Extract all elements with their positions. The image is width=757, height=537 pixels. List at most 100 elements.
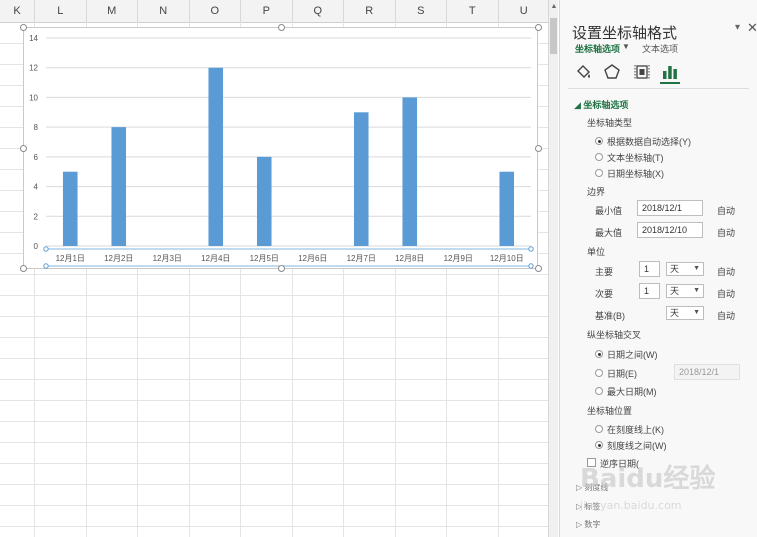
radio-between-tick-marks[interactable] [595, 441, 603, 449]
radio-auto-axis[interactable] [595, 137, 603, 145]
column-header-N[interactable]: N [138, 0, 190, 22]
chart-canvas: 0 2 4 6 8 10 12 14 12月1日 12月2日 12月3日 12月4日 12月5日 12月6… [29, 34, 534, 269]
resize-handle-top-right[interactable] [535, 24, 542, 31]
base-unit-select[interactable]: 天 ▼ [666, 306, 704, 320]
column-header-P[interactable]: P [241, 0, 293, 22]
column-header-T[interactable]: T [447, 0, 499, 22]
chevron-down-icon: ▼ [693, 287, 700, 294]
section-labels[interactable]: ▷ 标签 [576, 501, 600, 512]
base-unit-value: 天 [670, 308, 680, 318]
effects-icon[interactable] [602, 62, 622, 82]
bar-chart[interactable]: 0 2 4 6 8 10 12 14 12月1日 12月2日 12月3日 12月4日 12月5日 12月6… [20, 24, 542, 272]
vertical-scrollbar[interactable]: ▲ [548, 0, 558, 537]
radio-max-date-label: 最大日期(M) [607, 387, 657, 397]
column-header-Q[interactable]: Q [293, 0, 344, 22]
section-tick-marks[interactable]: ▷ 刻度线 [576, 482, 608, 493]
x-tick-label: 12月5日 [250, 254, 279, 263]
axis-options-icon[interactable] [660, 62, 680, 84]
base-label: 基准(B) [595, 311, 625, 321]
column-header-K[interactable]: K [0, 0, 35, 22]
panel-divider [568, 88, 749, 89]
major-unit-field[interactable]: 1 [639, 261, 660, 277]
resize-handle-top-middle[interactable] [278, 24, 285, 31]
bar [256, 156, 272, 246]
chevron-down-icon[interactable]: ▼ [622, 42, 630, 51]
major-auto-button[interactable]: 自动 [717, 265, 735, 278]
section-axis-options[interactable]: ◢ 坐标轴选项 [574, 98, 628, 111]
min-auto-button[interactable]: 自动 [717, 204, 735, 217]
bar [353, 112, 369, 247]
major-unit-select[interactable]: 天 ▼ [666, 262, 704, 276]
column-header-M[interactable]: M [87, 0, 138, 22]
resize-handle-bottom-middle[interactable] [278, 265, 285, 272]
gridline-horizontal [0, 274, 548, 275]
major-label: 主要 [595, 267, 614, 277]
size-properties-icon[interactable] [632, 62, 652, 82]
column-header-U[interactable]: U [499, 0, 549, 22]
column-header-S[interactable]: S [396, 0, 447, 22]
radio-max-date[interactable] [595, 387, 603, 395]
bar [111, 127, 127, 246]
resize-handle-bottom-left[interactable] [20, 265, 27, 272]
y-tick-label: 10 [29, 93, 38, 102]
tab-axis-options[interactable]: 坐标轴选项 [575, 42, 620, 55]
resize-handle-middle-left[interactable] [20, 145, 27, 152]
max-auto-button[interactable]: 自动 [717, 226, 735, 239]
gridline-horizontal [0, 421, 548, 422]
column-header-R[interactable]: R [344, 0, 396, 22]
x-tick-label: 12月3日 [153, 254, 182, 263]
chevron-down-icon: ▼ [693, 265, 700, 272]
min-label: 最小值 [595, 206, 623, 216]
max-bound-field[interactable]: 2018/12/10 [637, 222, 703, 238]
radio-on-tick-marks[interactable] [595, 425, 603, 433]
radio-text-axis-label: 文本坐标轴(T) [607, 153, 664, 163]
min-bound-field[interactable]: 2018/12/1 [637, 200, 703, 216]
axis-selection-handle [528, 263, 534, 269]
radio-date-axis[interactable] [595, 169, 603, 177]
scroll-up-icon[interactable]: ▲ [550, 2, 558, 12]
x-tick-label: 12月10日 [490, 254, 524, 263]
radio-between-dates-label: 日期之间(W) [607, 350, 658, 360]
column-header-O[interactable]: O [190, 0, 241, 22]
radio-between-dates[interactable] [595, 350, 603, 358]
radio-on-tick-marks-label: 在刻度线上(K) [607, 425, 664, 435]
axis-selection-handle [43, 246, 49, 252]
close-icon[interactable]: ✕ [747, 20, 757, 36]
bar [62, 171, 78, 246]
resize-handle-top-left[interactable] [20, 24, 27, 31]
minor-auto-button[interactable]: 自动 [717, 287, 735, 300]
section-number[interactable]: ▷ 数字 [576, 519, 600, 530]
gridline-horizontal [0, 484, 548, 485]
x-tick-label: 12月4日 [201, 254, 230, 263]
scroll-thumb[interactable] [550, 18, 557, 54]
gridline-horizontal [0, 442, 548, 443]
major-unit-value: 天 [670, 264, 680, 274]
units-heading: 单位 [587, 247, 606, 257]
resize-handle-middle-right[interactable] [535, 145, 542, 152]
column-header-row: KLMNOPQRSTU [0, 0, 548, 23]
column-header-L[interactable]: L [35, 0, 87, 22]
x-tick-label: 12月2日 [104, 254, 133, 263]
gridline-horizontal [0, 316, 548, 317]
radio-text-axis[interactable] [595, 153, 603, 161]
tab-text-options[interactable]: 文本选项 [642, 42, 678, 55]
reverse-dates-checkbox[interactable] [587, 458, 596, 467]
gridline-horizontal [0, 379, 548, 380]
format-axis-panel: 设置坐标轴格式 ▾ ✕ 坐标轴选项 ▼ 文本选项 ◢ 坐标轴选项 坐标轴类型 根… [559, 0, 757, 537]
panel-options-icon[interactable]: ▾ [735, 22, 740, 33]
gridline-horizontal [0, 400, 548, 401]
crosses-heading: 纵坐标轴交叉 [587, 330, 642, 340]
resize-handle-bottom-right[interactable] [535, 265, 542, 272]
cross-date-field[interactable]: 2018/12/1 [674, 364, 740, 380]
spreadsheet-grid[interactable]: KLMNOPQRSTU 0 2 4 6 8 10 12 14 12月1日 12月2日 12月3日 12… [0, 0, 548, 537]
minor-unit-field[interactable]: 1 [639, 283, 660, 299]
radio-at-date-label: 日期(E) [607, 369, 637, 379]
bar [208, 67, 224, 246]
radio-auto-axis-label: 根据数据自动选择(Y) [607, 137, 691, 147]
base-auto-button[interactable]: 自动 [717, 309, 735, 322]
y-tick-label: 8 [34, 123, 39, 132]
radio-at-date[interactable] [595, 369, 603, 377]
fill-line-icon[interactable] [574, 62, 594, 82]
minor-unit-select[interactable]: 天 ▼ [666, 284, 704, 298]
gridline-horizontal [0, 358, 548, 359]
